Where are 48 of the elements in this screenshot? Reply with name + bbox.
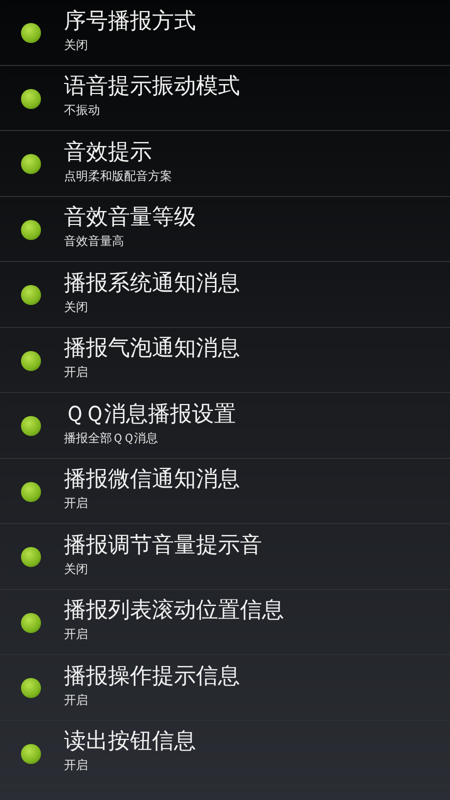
settings-item[interactable]: 播报调节音量提示音 关闭 bbox=[0, 524, 450, 590]
settings-item[interactable]: 播报气泡通知消息 开启 bbox=[0, 328, 450, 393]
settings-item[interactable]: 语音提示振动模式 不振动 bbox=[0, 66, 450, 131]
dot-icon bbox=[21, 547, 41, 568]
setting-summary: 开启 bbox=[64, 626, 88, 642]
setting-summary: 关闭 bbox=[64, 298, 88, 315]
settings-item[interactable]: 音效提示 点明柔和版配音方案 bbox=[0, 131, 450, 196]
dot-icon bbox=[21, 612, 41, 633]
settings-item[interactable]: ＱＱ消息播报设置 播报全部ＱＱ消息 bbox=[0, 393, 450, 458]
setting-title: 播报气泡通知消息 bbox=[64, 335, 240, 364]
setting-summary: 开启 bbox=[64, 692, 88, 708]
dot-icon bbox=[21, 482, 41, 502]
setting-title: 读出按钮信息 bbox=[64, 728, 196, 756]
setting-summary: 音效音量高 bbox=[64, 233, 124, 250]
dot-icon bbox=[21, 88, 41, 109]
dot-icon bbox=[21, 154, 41, 174]
settings-item[interactable]: 播报列表滚动位置信息 开启 bbox=[0, 590, 450, 655]
setting-summary: 关闭 bbox=[64, 560, 88, 577]
settings-item[interactable]: 播报微信通知消息 开启 bbox=[0, 458, 450, 524]
dot-icon bbox=[21, 350, 41, 371]
settings-item[interactable]: 播报操作提示信息 开启 bbox=[0, 655, 450, 720]
setting-title: ＱＱ消息播报设置 bbox=[64, 400, 236, 429]
dot-icon bbox=[21, 23, 41, 44]
setting-title: 语音提示振动模式 bbox=[64, 73, 240, 102]
settings-item[interactable]: 读出按钮信息 开启 bbox=[0, 720, 450, 786]
setting-title: 序号播报方式 bbox=[64, 8, 196, 36]
setting-title: 播报系统通知消息 bbox=[64, 270, 240, 298]
dot-icon bbox=[21, 416, 41, 436]
setting-summary: 开启 bbox=[64, 364, 88, 380]
setting-summary: 不振动 bbox=[64, 102, 100, 118]
setting-summary: 开启 bbox=[64, 757, 88, 774]
setting-summary: 播报全部ＱＱ消息 bbox=[64, 430, 158, 446]
settings-item[interactable]: 序号播报方式 关闭 bbox=[0, 0, 450, 66]
setting-title: 播报列表滚动位置信息 bbox=[64, 597, 284, 626]
setting-title: 播报微信通知消息 bbox=[64, 466, 240, 494]
setting-summary: 开启 bbox=[64, 495, 88, 512]
dot-icon bbox=[21, 285, 41, 306]
setting-title: 播报操作提示信息 bbox=[64, 662, 240, 691]
setting-summary: 点明柔和版配音方案 bbox=[64, 168, 172, 184]
dot-icon bbox=[21, 220, 41, 240]
setting-title: 音效提示 bbox=[64, 138, 152, 167]
setting-title: 音效音量等级 bbox=[64, 204, 196, 232]
setting-title: 播报调节音量提示音 bbox=[64, 532, 262, 560]
dot-icon bbox=[21, 744, 41, 764]
settings-item[interactable]: 播报系统通知消息 关闭 bbox=[0, 262, 450, 328]
settings-item[interactable]: 音效音量等级 音效音量高 bbox=[0, 196, 450, 262]
dot-icon bbox=[21, 678, 41, 698]
setting-summary: 关闭 bbox=[64, 36, 88, 53]
